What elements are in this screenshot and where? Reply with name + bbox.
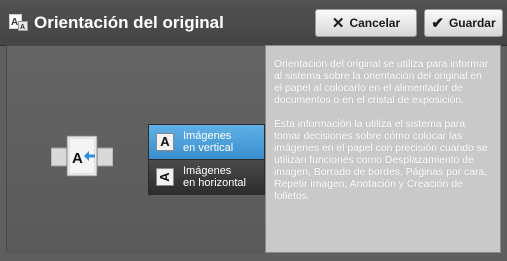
save-button[interactable]: ✔ Guardar	[424, 9, 503, 37]
option-images-vertical[interactable]: A Imágenes en vertical	[148, 124, 265, 160]
option-horizontal-line1: Imágenes	[183, 165, 232, 177]
cancel-button-label: Cancelar	[349, 16, 401, 30]
option-images-horizontal[interactable]: A Imágenes en horizontal	[148, 159, 265, 195]
info-paragraph-1: Orientación del original se utiliza para…	[274, 59, 489, 106]
illustration-letter: A	[72, 150, 83, 167]
options-area: A A Imágenes en vertical A Imágenes en h…	[7, 46, 265, 254]
cancel-button[interactable]: ✕ Cancelar	[315, 9, 417, 37]
svg-text:A: A	[11, 17, 18, 28]
page-title: Orientación del original	[34, 13, 224, 32]
portrait-a-icon: A	[156, 133, 174, 151]
header-bar: A A Orientación del original ✕ Cancelar …	[0, 0, 507, 46]
document-orientation-icon: A A	[9, 14, 28, 31]
option-vertical-line2: en vertical	[183, 142, 234, 154]
close-x-icon: ✕	[331, 14, 345, 32]
save-button-label: Guardar	[448, 16, 496, 30]
landscape-a-icon: A	[156, 168, 174, 186]
info-paragraph-2: Esta información la utiliza el sistema p…	[274, 119, 488, 202]
option-horizontal-line2: en horizontal	[183, 177, 246, 189]
svg-text:A: A	[20, 24, 25, 31]
option-images-horizontal-label: Imágenes en horizontal	[183, 165, 246, 189]
option-images-vertical-label: Imágenes en vertical	[183, 130, 233, 154]
document-feeder-illustration-icon: A	[50, 134, 114, 178]
option-vertical-line1: Imágenes	[183, 130, 232, 142]
info-panel: Orientación del original se utiliza para…	[265, 45, 501, 253]
checkmark-icon: ✔	[431, 14, 444, 32]
